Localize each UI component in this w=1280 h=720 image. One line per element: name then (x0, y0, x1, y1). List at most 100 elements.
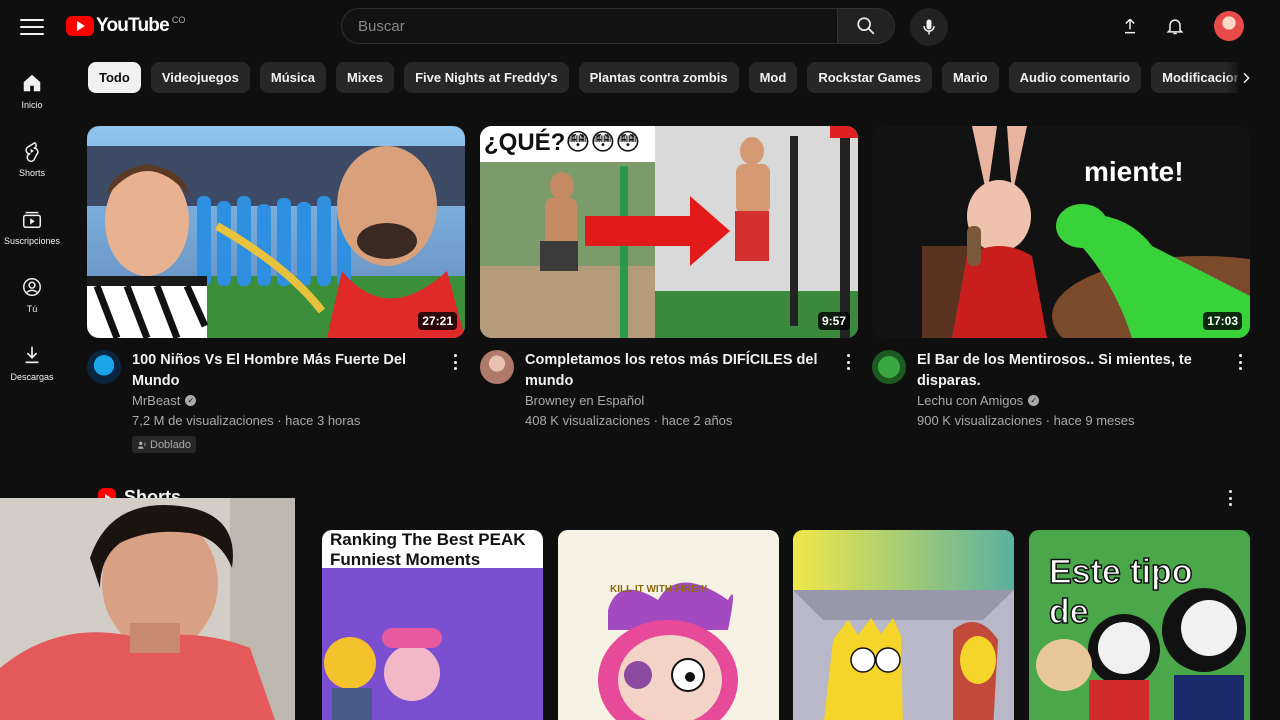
webcam-image (0, 498, 295, 720)
chip-todo[interactable]: Todo (88, 62, 141, 93)
webcam-overlay (0, 498, 295, 720)
chip-mod[interactable]: Mod (748, 62, 798, 93)
guide-label: Descargas (10, 371, 54, 382)
guide-label: Shorts (18, 167, 45, 178)
verified-icon: ✓ (185, 395, 197, 406)
guide-item-tu[interactable]: Tú (0, 260, 64, 328)
channel-name[interactable]: MrBeast ✓ (132, 393, 197, 408)
shorts-icon (20, 139, 44, 163)
verified-icon: ✓ (1028, 395, 1040, 406)
chevron-right-icon (1243, 72, 1250, 84)
video-menu-button[interactable] (451, 352, 459, 372)
thumbnail-image (872, 126, 1250, 338)
video-card: 27:21 100 Niños Vs El Hombre Más Fuerte … (87, 126, 465, 453)
upload-icon (1125, 18, 1135, 34)
short-thumbnail-image (793, 530, 1014, 720)
microphone-icon (923, 19, 935, 35)
guide-label: Tú (26, 303, 38, 314)
video-title[interactable]: El Bar de los Mentirosos.. Si mientes, t… (917, 350, 1217, 392)
video-meta: 100 Niños Vs El Hombre Más Fuerte Del Mu… (87, 350, 465, 453)
video-menu-button[interactable] (1236, 352, 1244, 372)
chip-musica[interactable]: Música (259, 62, 326, 93)
country-code: CO (171, 15, 186, 25)
guide-label: Suscripciones (3, 235, 61, 246)
chip-videojuegos[interactable]: Videojuegos (150, 62, 250, 93)
mini-guide: Inicio Shorts Suscripciones Tú Descargas (0, 56, 64, 396)
short-card[interactable]: KILL IT WITH FIRE!!! (558, 530, 779, 720)
search-icon (857, 17, 875, 35)
video-stats: 7,2 M de visualizaciones · hace 3 horas (132, 413, 361, 428)
guide-item-inicio[interactable]: Inicio (0, 56, 64, 124)
video-duration: 17:03 (1203, 312, 1242, 330)
channel-avatar[interactable] (480, 350, 514, 384)
channel-name-text: Lechu con Amigos (917, 393, 1024, 408)
video-duration: 27:21 (418, 312, 457, 330)
guide-label: Inicio (21, 99, 43, 110)
search-box (341, 8, 838, 44)
chip-mixes[interactable]: Mixes (335, 62, 395, 93)
guide-item-descargas[interactable]: Descargas (0, 328, 64, 396)
logo-text: YouTube (96, 15, 170, 36)
chip-audio-comentario[interactable]: Audio comentario (1008, 62, 1142, 93)
thumbnail-overlay-text: miente! (1084, 156, 1184, 187)
short-thumbnail-image (322, 568, 543, 720)
person-voice-icon (137, 441, 146, 449)
search-input[interactable] (358, 17, 837, 35)
short-thumbnail-image (558, 530, 779, 720)
masthead: YouTube CO (0, 0, 1280, 52)
chip-plantas[interactable]: Plantas contra zombis (578, 62, 739, 93)
youtube-play-icon (66, 16, 94, 36)
search-button[interactable] (837, 8, 895, 44)
bell-icon (1166, 19, 1184, 35)
chip-modificaciones[interactable]: Modificaciones de (1151, 62, 1238, 93)
video-card: ¿QUÉ?😳😳😳 9:57 Completamos los retos más … (480, 126, 858, 450)
notifications-button[interactable] (1163, 14, 1187, 38)
youtube-logo[interactable]: YouTube CO (66, 15, 185, 37)
thumbnail-overlay-text: ¿QUÉ?😳😳😳 (484, 129, 641, 156)
channel-name-text: Browney en Español (525, 393, 645, 408)
video-thumbnail[interactable]: miente! 17:03 (872, 126, 1250, 338)
video-thumbnail[interactable]: ¿QUÉ?😳😳😳 9:57 (480, 126, 858, 338)
subscriptions-icon (20, 207, 44, 231)
chip-mario[interactable]: Mario (941, 62, 999, 93)
menu-icon[interactable] (20, 16, 44, 36)
chip-bar: Todo Videojuegos Música Mixes Five Night… (88, 62, 1238, 94)
home-icon (20, 71, 44, 95)
voice-search-button[interactable] (910, 8, 948, 46)
dubbed-badge-label: Doblado (150, 438, 191, 451)
guide-item-shorts[interactable]: Shorts (0, 124, 64, 192)
video-stats: 900 K visualizaciones · hace 9 meses (917, 413, 1135, 428)
channel-name[interactable]: Browney en Español (525, 393, 644, 408)
video-title[interactable]: Completamos los retos más DIFÍCILES del … (525, 350, 825, 392)
thumbnail-image (87, 126, 465, 338)
upload-button[interactable] (1118, 14, 1142, 38)
video-meta: Completamos los retos más DIFÍCILES del … (480, 350, 858, 450)
channel-name-text: MrBeast (132, 393, 181, 408)
video-menu-button[interactable] (844, 352, 852, 372)
shorts-menu-button[interactable] (1226, 488, 1234, 508)
thumbnail-image (480, 126, 858, 338)
short-thumbnail-text: Ranking The Best PEAK Funniest Moments (322, 530, 543, 568)
dubbed-badge: Doblado (132, 436, 196, 453)
short-card[interactable] (793, 530, 1014, 720)
video-card: miente! 17:03 El Bar de los Mentirosos..… (872, 126, 1250, 450)
chips-next-button[interactable] (1226, 62, 1266, 94)
video-meta: El Bar de los Mentirosos.. Si mientes, t… (872, 350, 1250, 450)
downloads-icon (20, 343, 44, 367)
video-stats: 408 K visualizaciones · hace 2 años (525, 413, 733, 428)
short-card[interactable]: Este tipo de (1029, 530, 1250, 720)
chip-five-nights[interactable]: Five Nights at Freddy's (404, 62, 569, 93)
video-duration: 9:57 (817, 312, 850, 330)
chip-rockstar[interactable]: Rockstar Games (807, 62, 932, 93)
channel-avatar[interactable] (87, 350, 121, 384)
you-icon (20, 275, 44, 299)
video-thumbnail[interactable]: 27:21 (87, 126, 465, 338)
account-avatar[interactable] (1214, 11, 1244, 41)
channel-avatar[interactable] (872, 350, 906, 384)
video-title[interactable]: 100 Niños Vs El Hombre Más Fuerte Del Mu… (132, 350, 432, 392)
channel-name[interactable]: Lechu con Amigos ✓ (917, 393, 1040, 408)
short-thumbnail-text: KILL IT WITH FIRE!!! (610, 584, 708, 595)
short-card[interactable]: Ranking The Best PEAK Funniest Moments (322, 530, 543, 720)
short-thumbnail-text: Este tipo de (1048, 552, 1193, 632)
guide-item-suscripciones[interactable]: Suscripciones (0, 192, 64, 260)
